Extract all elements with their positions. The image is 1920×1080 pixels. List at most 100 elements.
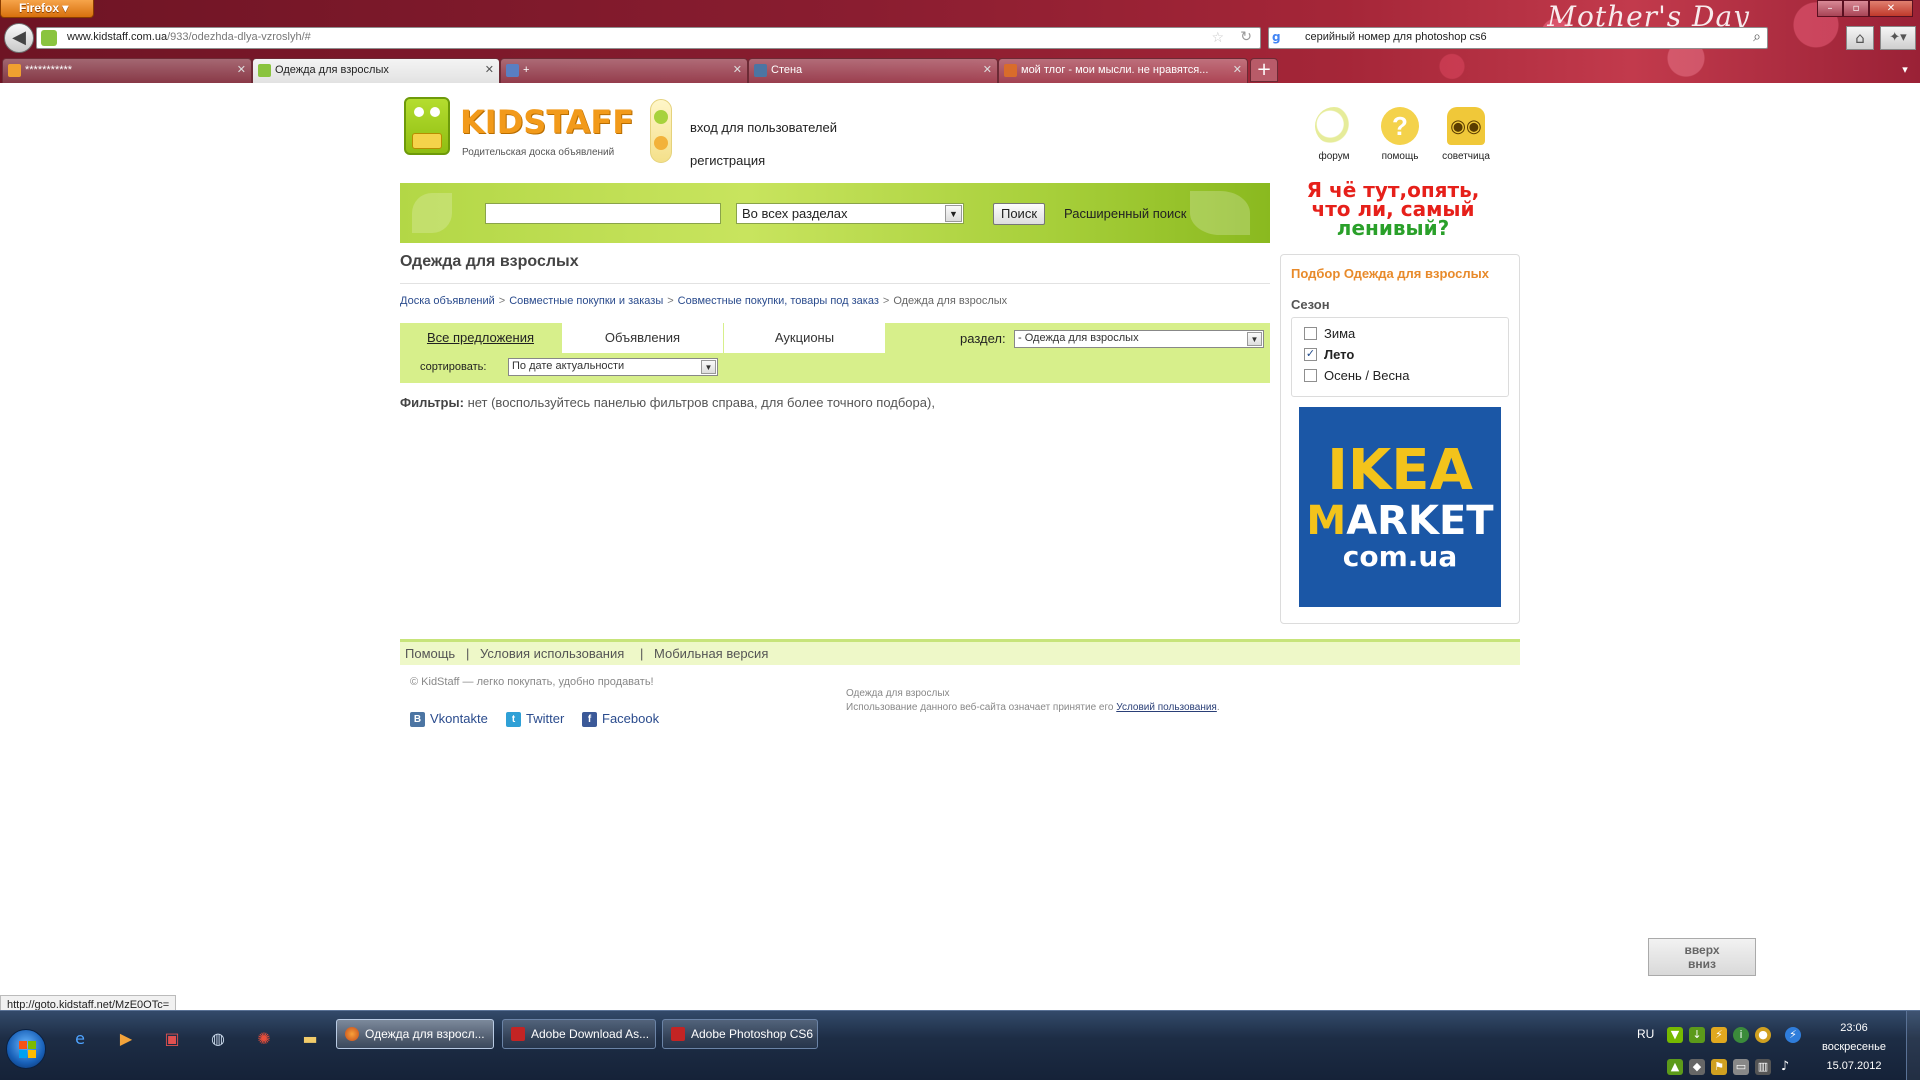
tab-ads[interactable]: Объявления	[562, 323, 724, 353]
scroll-down-label[interactable]: вниз	[1649, 957, 1755, 971]
tab-list-button[interactable]: ▾	[1895, 58, 1915, 82]
search-icon[interactable]: ⌕	[1753, 29, 1761, 45]
ad-line: com.ua	[1342, 540, 1458, 573]
display-tray-icon[interactable]: ▭	[1733, 1059, 1749, 1075]
minimize-button[interactable]: –	[1817, 0, 1843, 17]
new-tab-button[interactable]: +	[1250, 58, 1278, 82]
auth-block: вход для пользователей регистрация	[648, 93, 878, 168]
search-button[interactable]: Поиск	[993, 203, 1045, 225]
circle-tray-icon[interactable]: ●	[1755, 1027, 1771, 1043]
promo-banner[interactable]: Я чё тут,опять, что ли, самый ленивый?	[1298, 180, 1488, 243]
volume-icon[interactable]: ♪	[1777, 1059, 1793, 1075]
tab-blank[interactable]: + ✕	[500, 58, 748, 83]
close-window-button[interactable]: ✕	[1869, 0, 1913, 17]
logo-wordmark: KIDSTAFF	[460, 103, 635, 141]
vkontakte-link[interactable]: В Vkontakte	[410, 711, 488, 727]
traffic-light-icon	[650, 99, 672, 163]
language-indicator[interactable]: RU	[1637, 1027, 1654, 1041]
close-tab-icon[interactable]: ✕	[983, 63, 992, 76]
internet-explorer-icon[interactable]: e	[62, 1023, 98, 1055]
firefox-menu-button[interactable]: Firefox ▾	[0, 0, 94, 18]
web-search-bar[interactable]: g серийный номер для photoshop cs6 ⌕	[1268, 27, 1768, 49]
footer-help-link[interactable]: Помощь	[405, 646, 455, 661]
info-tray-icon[interactable]: i	[1733, 1027, 1749, 1043]
reload-icon[interactable]: ↻	[1240, 29, 1252, 45]
section-label: раздел:	[960, 331, 1006, 346]
social-label: Twitter	[526, 711, 565, 726]
close-tab-icon[interactable]: ✕	[237, 63, 246, 76]
section-filter-select[interactable]: - Одежда для взрослых ▼	[1014, 330, 1264, 348]
network-tray-icon[interactable]: ▥	[1755, 1059, 1771, 1075]
tab-auctions[interactable]: Аукционы	[724, 323, 886, 353]
google-icon[interactable]: g	[1272, 30, 1294, 46]
ikea-market-ad[interactable]: IKEA MARKET com.ua	[1299, 407, 1501, 607]
footer-mobile-link[interactable]: Мобильная версия	[654, 646, 768, 661]
system-clock[interactable]: 23:06 воскресенье 15.07.2012	[1818, 1019, 1890, 1076]
taskbar-firefox-window[interactable]: Одежда для взросл...	[336, 1019, 494, 1049]
breadcrumb-current: Одежда для взрослых	[893, 295, 1008, 307]
device-tray-icon[interactable]: ◆	[1689, 1059, 1705, 1075]
back-button[interactable]: ◀	[4, 23, 34, 53]
nvidia-tray-icon[interactable]: ▼	[1667, 1027, 1683, 1043]
advisor-link[interactable]: ◉◉ советчица	[1439, 107, 1493, 162]
chevron-down-icon[interactable]: ▼	[701, 360, 716, 374]
tab-label: Одежда для взрослых	[275, 64, 389, 76]
listing-tabs-bar: Все предложения Объявления Аукционы разд…	[400, 323, 1270, 383]
site-favicon-icon	[41, 30, 57, 46]
login-link[interactable]: вход для пользователей	[690, 120, 837, 135]
search-input[interactable]	[485, 203, 721, 224]
addon-button[interactable]: ✦▾	[1880, 26, 1916, 50]
bolt-tray-icon[interactable]: ⚡	[1711, 1027, 1727, 1043]
breadcrumb-link[interactable]: Совместные покупки и заказы	[509, 295, 663, 307]
close-tab-icon[interactable]: ✕	[485, 63, 494, 76]
arrow-tray-icon[interactable]: ↓	[1689, 1027, 1705, 1043]
maximize-button[interactable]: ▫	[1843, 0, 1869, 17]
flag-tray-icon[interactable]: ⚑	[1711, 1059, 1727, 1075]
checkbox[interactable]	[1304, 327, 1317, 340]
section-select[interactable]: Во всех разделах ▼	[736, 203, 964, 224]
bookmark-star-icon[interactable]: ☆	[1211, 30, 1224, 46]
terms-link[interactable]: Условий пользования	[1116, 702, 1217, 713]
close-tab-icon[interactable]: ✕	[733, 63, 742, 76]
breadcrumb-link[interactable]: Доска объявлений	[400, 295, 495, 307]
site-logo[interactable]: KIDSTAFF Родительская доска объявлений	[404, 97, 634, 159]
media-player-icon[interactable]: ▶	[108, 1023, 144, 1055]
scroll-up-label[interactable]: вверх	[1649, 943, 1755, 957]
folder-icon[interactable]: ▬	[292, 1023, 328, 1055]
close-tab-icon[interactable]: ✕	[1233, 63, 1242, 76]
filters-label: Фильтры:	[400, 395, 464, 410]
taskbar-photoshop-window[interactable]: Adobe Photoshop CS6	[662, 1019, 818, 1049]
tab-current-page[interactable]: Одежда для взрослых ✕	[252, 58, 500, 83]
help-link[interactable]: ? помощь	[1373, 107, 1427, 162]
breadcrumb-link[interactable]: Совместные покупки, товары под заказ	[678, 295, 879, 307]
start-button[interactable]	[6, 1029, 46, 1069]
tab-mail[interactable]: *********** ✕	[2, 58, 252, 83]
tab-all-offers[interactable]: Все предложения	[400, 323, 562, 353]
facebook-link[interactable]: f Facebook	[582, 711, 659, 727]
tab-vk-wall[interactable]: Стена ✕	[748, 58, 998, 83]
advanced-search-link[interactable]: Расширенный поиск	[1064, 206, 1186, 221]
tab-tlog[interactable]: мой тлог - мои мысли. не нравятся... ✕	[998, 58, 1248, 83]
forum-label: форум	[1318, 151, 1350, 162]
show-desktop-button[interactable]	[1906, 1011, 1920, 1080]
forum-link[interactable]: форум	[1307, 107, 1361, 162]
register-link[interactable]: регистрация	[690, 153, 765, 168]
task-label: Одежда для взросл...	[365, 1027, 485, 1041]
chrome-icon[interactable]: ✺	[246, 1023, 282, 1055]
nvidia-tray-icon[interactable]: ▲	[1667, 1059, 1683, 1075]
checkbox-checked[interactable]: ✓	[1304, 348, 1317, 361]
speech-bubbles-icon	[1315, 107, 1353, 145]
checkbox[interactable]	[1304, 369, 1317, 382]
power-tray-icon[interactable]: ⚡	[1785, 1027, 1801, 1043]
network-icon[interactable]: ◍	[200, 1023, 236, 1055]
home-button[interactable]: ⌂	[1846, 26, 1874, 50]
chevron-down-icon[interactable]: ▼	[1247, 332, 1262, 346]
chevron-down-icon[interactable]: ▼	[945, 205, 962, 222]
disk-icon[interactable]: ▣	[154, 1023, 190, 1055]
twitter-link[interactable]: t Twitter	[506, 711, 565, 727]
sort-select[interactable]: По дате актуальности ▼	[508, 358, 718, 376]
taskbar-adobe-download-window[interactable]: Adobe Download As...	[502, 1019, 656, 1049]
footer-terms-link[interactable]: Условия использования	[480, 646, 624, 661]
scroll-up-down-button[interactable]: вверх вниз	[1648, 938, 1756, 976]
address-bar[interactable]: www.kidstaff.com.ua/933/odezhda-dlya-vzr…	[36, 27, 1261, 49]
